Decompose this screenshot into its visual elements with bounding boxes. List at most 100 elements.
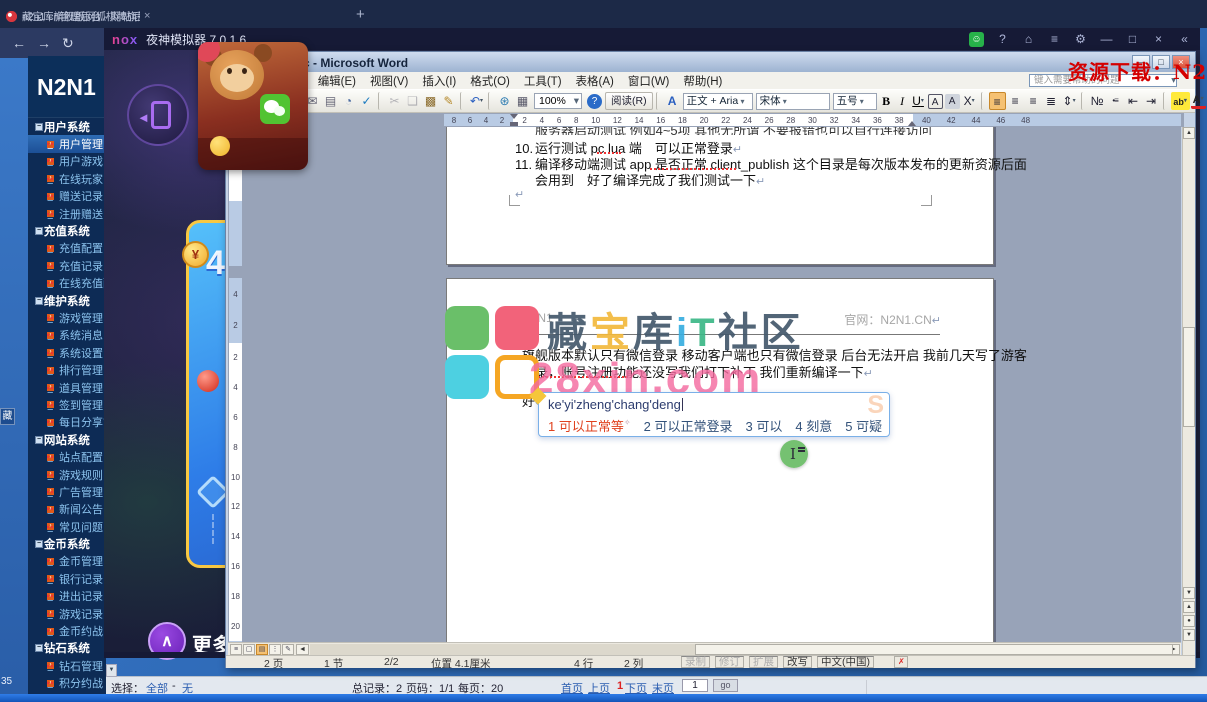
browser-tab[interactable]: n2n1.cn管理后台 - 网站后台管... × — [0, 4, 156, 28]
menu-item[interactable]: 窗口(W) — [628, 73, 670, 89]
sidebar-item[interactable]: − › 充值系统 — [28, 222, 106, 239]
status-toggle-record[interactable]: 录制 — [681, 656, 710, 668]
status-language[interactable]: 中文(中国) — [817, 656, 874, 668]
minimize-icon[interactable]: — — [1099, 32, 1114, 46]
sidebar-item[interactable]: − › 充值记录 — [28, 257, 106, 274]
sidebar-item[interactable]: − › 金币约战 — [28, 622, 106, 639]
font-combo[interactable]: 宋体 — [756, 93, 830, 110]
sidebar-item[interactable]: − › 银行记录 — [28, 570, 106, 587]
print-view-icon[interactable]: ▤ — [256, 644, 268, 655]
menu-item[interactable]: 表格(A) — [576, 73, 614, 89]
reading-view-icon[interactable]: ✎ — [282, 644, 294, 655]
floating-game-banner[interactable] — [198, 42, 308, 170]
status-toggle-revision[interactable]: 修订 — [715, 656, 744, 668]
sidebar-item[interactable]: − › 在线充值配置 — [28, 275, 106, 292]
document-page-1[interactable]: 服务器启动测试 例如4~5项 其他无所谓 不要报错也可以自行连接访问 10.运行… — [446, 127, 994, 265]
menu-item[interactable]: 格式(O) — [470, 73, 510, 89]
ime-candidate[interactable]: 1 可以正常等✧ — [548, 416, 631, 435]
go-button[interactable]: go — [713, 679, 738, 692]
insert-hyperlink-icon[interactable]: ⊛ — [496, 92, 513, 110]
left-indent-marker[interactable] — [510, 122, 518, 126]
sidebar-item[interactable]: − › 新闻公告 — [28, 501, 106, 518]
scroll-left-icon[interactable]: ◄ — [296, 644, 309, 655]
print-icon[interactable]: ▤ — [322, 92, 339, 110]
menu-item[interactable]: 工具(T) — [524, 73, 562, 89]
spellcheck-status-icon[interactable]: ✗ — [894, 656, 908, 668]
sidebar-item[interactable]: − › 站点配置 — [28, 448, 106, 465]
sidebar-item[interactable]: − › 常见问题 — [28, 518, 106, 535]
toolbar-separator[interactable] — [378, 92, 383, 110]
sidebar-item[interactable]: − › 系统消息 — [28, 327, 106, 344]
normal-view-icon[interactable]: ≡ — [230, 644, 242, 655]
read-mode-button[interactable]: 阅读(R) — [605, 92, 653, 110]
sidebar-item[interactable]: − › 注册赠送 — [28, 205, 106, 222]
status-toggle-overtype[interactable]: 改写 — [783, 656, 812, 668]
sidebar-item[interactable]: − › 在线玩家 — [28, 170, 106, 187]
justify-icon[interactable]: ≣ — [1043, 92, 1060, 110]
char-border-icon[interactable]: A — [928, 94, 943, 109]
web-view-icon[interactable]: ▢ — [243, 644, 255, 655]
toolbar-separator[interactable] — [460, 92, 465, 110]
increase-indent-icon[interactable]: ⇥ — [1143, 92, 1160, 110]
sidebar-item[interactable]: − › 积分约战 — [28, 675, 106, 692]
menu-item[interactable]: 编辑(E) — [318, 73, 356, 89]
styles-pane-icon[interactable]: A — [664, 92, 681, 110]
decrease-indent-icon[interactable]: ⇤ — [1125, 92, 1142, 110]
menu-item[interactable]: 帮助(H) — [683, 73, 722, 89]
scroll-down-icon[interactable]: ▼ — [1183, 587, 1195, 599]
format-painter-icon[interactable]: ✎ — [440, 92, 457, 110]
sidebar-item[interactable]: − › 钻石管理 — [28, 657, 106, 674]
sidebar-item[interactable]: − › 用户系统 — [28, 118, 106, 135]
font-color-icon[interactable]: A — [1191, 93, 1206, 109]
char-shading-icon[interactable]: A — [945, 94, 960, 109]
sidebar-item[interactable]: − › 广告管理 — [28, 483, 106, 500]
toolbar-separator[interactable] — [488, 92, 493, 110]
forward-icon[interactable]: → — [37, 35, 51, 51]
vscroll-thumb[interactable] — [1183, 327, 1195, 427]
new-tab-button[interactable]: + — [356, 6, 365, 23]
hscroll-track[interactable] — [310, 644, 1166, 655]
copy-icon[interactable]: ❑ — [404, 92, 421, 110]
vertical-scrollbar[interactable]: ▲ ▼ ▲ ● ▼ — [1182, 127, 1195, 655]
sidebar-item[interactable]: − › 赠送记录 — [28, 188, 106, 205]
undo-icon[interactable]: ↶ — [468, 92, 485, 110]
sidebar-item[interactable]: − › 游戏管理 — [28, 309, 106, 326]
print-preview-icon[interactable]: ◔ — [340, 92, 357, 110]
first-line-indent-marker[interactable] — [510, 114, 518, 119]
horizontal-ruler[interactable]: L 8642 246810121416182022242628303234363… — [228, 113, 1184, 127]
sidebar-item[interactable]: − › 道具管理 — [28, 379, 106, 396]
scroll-up-icon[interactable]: ▲ — [1183, 127, 1195, 139]
game-exit-button[interactable]: ◄ — [127, 84, 189, 146]
vertical-ruler[interactable]: 42 2468101214161820 — [229, 127, 242, 642]
underline-button[interactable]: U — [911, 94, 926, 108]
outline-view-icon[interactable]: ⋮ — [269, 644, 281, 655]
line-spacing-icon[interactable]: ⇕ — [1061, 92, 1078, 110]
sidebar-item[interactable]: − › 网站系统 — [28, 431, 106, 448]
hscroll-thumb[interactable] — [695, 644, 1173, 655]
font-size-combo[interactable]: 五号 — [833, 93, 877, 110]
align-center-icon[interactable]: ≡ — [1007, 92, 1024, 110]
sidebar-item[interactable]: − › 金币系统 — [28, 535, 106, 552]
browse-previous-icon[interactable]: ▲ — [1183, 601, 1195, 613]
horizontal-scrollbar[interactable]: ≡▢▤⋮✎ ◄ ► — [228, 642, 1181, 655]
select-browse-object-icon[interactable]: ● — [1183, 615, 1195, 627]
sidebar-item[interactable]: − › 签到管理 — [28, 396, 106, 413]
sidebar-item[interactable]: − › 排行管理 — [28, 361, 106, 378]
word-title-bar[interactable]: W 第二节.doc - Microsoft Word — □ × — [226, 52, 1195, 72]
maximize-icon[interactable]: □ — [1125, 32, 1140, 46]
sidebar-item[interactable]: − › 系统设置 — [28, 344, 106, 361]
spelling-icon[interactable]: ✓ — [358, 92, 375, 110]
sidebar-item[interactable]: − › 维护系统 — [28, 292, 106, 309]
sidebar-item[interactable]: − › 金币管理 — [28, 553, 106, 570]
menu-icon[interactable]: ≡ — [1047, 32, 1062, 46]
sidebar-item[interactable]: − › 进出记录 — [28, 588, 106, 605]
app-store-icon[interactable]: ☺ — [969, 32, 984, 47]
wechat-icon[interactable] — [260, 94, 290, 124]
toolbar-separator[interactable] — [1081, 92, 1086, 110]
status-toggle-extend[interactable]: 扩展 — [749, 656, 778, 668]
back-icon[interactable]: ← — [12, 35, 26, 51]
align-left-icon[interactable]: ≡ — [989, 92, 1006, 110]
sidebar-item[interactable]: − › 用户游戏 — [28, 153, 106, 170]
menu-item[interactable]: 视图(V) — [370, 73, 408, 89]
bullet-list-icon[interactable]: •≡ — [1107, 92, 1124, 110]
